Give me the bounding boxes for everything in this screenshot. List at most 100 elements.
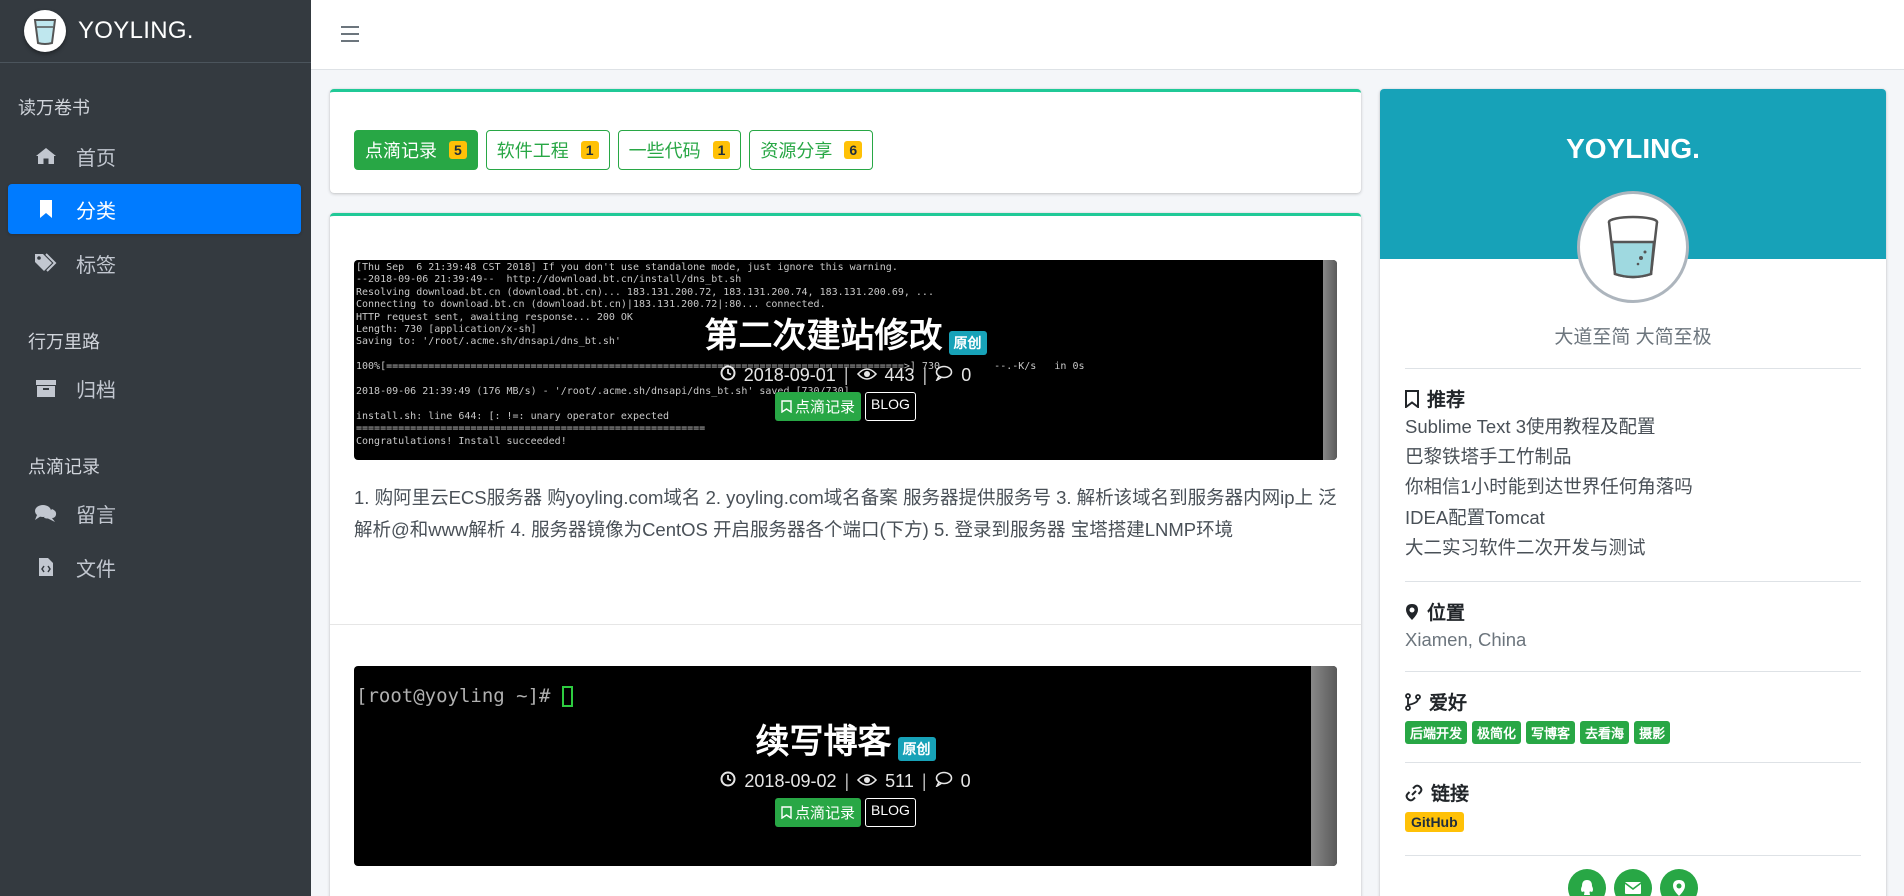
hobby-badge: 极简化 [1472,721,1522,744]
recommend-link[interactable]: Sublime Text 3使用教程及配置 [1405,412,1861,442]
category-button[interactable]: 软件工程 1 [485,130,610,170]
category-button[interactable]: 资源分享 6 [749,130,874,170]
hobby-badge: 写博客 [1526,721,1576,744]
recommend-list: Sublime Text 3使用教程及配置 巴黎铁塔手工竹制品 你相信1小时能到… [1405,412,1861,563]
link-title: 链接 [1405,779,1861,806]
post-title[interactable]: 第二次建站修改 [705,308,943,357]
recommend-link[interactable]: 巴黎铁塔手工竹制品 [1405,442,1861,472]
post-overlay: 续写博客 原创 2018-09-02 | 511 | 0 点滴记录 BLOG [354,714,1337,827]
eye-icon [857,771,878,792]
post-item: [root@yoyling ~]# 续写博客 原创 2018-09-02 | 51… [354,666,1337,866]
sidebar: YOYLING. 读万卷书 首页 分类 标签 行万里路 归档 点滴记录 留言 文… [0,0,311,896]
location-text: Xiamen, China [1405,629,1527,650]
sidebar-item-files[interactable]: 文件 [8,542,301,592]
sidebar-item-label: 首页 [76,147,116,170]
recommend-link[interactable]: 你相信1小时能到达世界任何角落吗 [1405,472,1861,502]
bookmark-icon [34,197,58,221]
nav-header-reading: 读万卷书 [18,98,90,118]
cup-avatar-icon [1607,215,1659,279]
hobby-badges: 后端开发 极简化 写博客 去看海 摄影 [1405,721,1861,744]
location-section: 位置 Xiamen, China [1405,581,1861,655]
post-tags: 点滴记录 BLOG [354,392,1337,421]
original-badge: 原创 [948,330,987,355]
post-views: 511 [885,771,914,791]
post-cover-image[interactable]: [root@yoyling ~]# 续写博客 原创 2018-09-02 | 51… [354,666,1337,866]
category-button[interactable]: 一些代码 1 [617,130,742,170]
post-category-tag[interactable]: 点滴记录 [775,392,862,421]
post-cover-image[interactable]: [Thu Sep 6 21:39:48 CST 2018] If you don… [354,260,1337,460]
post-meta: 2018-09-01 | 443 | 0 [354,365,1337,386]
post-tag[interactable]: BLOG [865,798,916,827]
terminal-screenshot-text: [root@yoyling ~]# [356,684,573,708]
category-label: 资源分享 [760,141,833,161]
section-title-text: 爱好 [1429,693,1468,714]
post-category-tag[interactable]: 点滴记录 [775,798,862,827]
email-icon[interactable] [1614,869,1652,896]
category-count: 1 [580,141,599,159]
clock-icon [720,771,736,792]
brand[interactable]: YOYLING. [0,0,311,63]
link-icon [1405,784,1423,801]
comments-icon [34,501,58,525]
nav-header-records: 点滴记录 [28,457,100,477]
section-title-text: 位置 [1427,603,1466,624]
recommend-link[interactable]: 大二实习软件二次开发与测试 [1405,533,1861,563]
recommend-link[interactable]: IDEA配置Tomcat [1405,503,1861,533]
map-marker-icon [1406,603,1418,620]
clock-icon [720,365,736,386]
comment-icon [934,771,953,792]
sidebar-item-label: 分类 [76,200,116,223]
post-item: [Thu Sep 6 21:39:48 CST 2018] If you don… [354,260,1337,546]
section-title-text: 推荐 [1427,390,1466,411]
home-icon [34,144,58,168]
post-comments: 0 [961,365,972,385]
post-overlay: 第二次建站修改 原创 2018-09-01 | 443 | 0 点滴记录 BLOG [354,308,1337,421]
category-count: 1 [712,141,731,159]
location-title: 位置 [1405,598,1861,625]
sidebar-item-tags[interactable]: 标签 [8,238,301,288]
social-divider [1405,855,1861,856]
eye-icon [856,365,877,386]
tags-icon [34,251,58,275]
sidebar-item-label: 标签 [76,254,116,277]
sidebar-item-messages[interactable]: 留言 [8,488,301,538]
code-branch-icon [1405,692,1421,711]
category-button[interactable]: 点滴记录 5 [354,130,478,170]
category-count: 6 [844,141,863,159]
bookmark-icon [781,400,792,413]
profile-name: YOYLING. [1566,133,1700,164]
qq-icon[interactable] [1568,869,1606,896]
profile-card: YOYLING. 大道至简 大简至极 推荐 Sublime Text 3使用教程… [1380,89,1886,896]
menu-toggle-icon[interactable] [341,26,359,42]
post-date: 2018-09-01 [743,365,836,385]
original-badge: 原创 [897,736,936,761]
github-link[interactable]: GitHub [1405,812,1464,832]
category-label: 点滴记录 [365,141,437,161]
sidebar-item-label: 文件 [76,558,116,581]
recommend-title: 推荐 [1405,385,1861,412]
category-label: 一些代码 [628,141,701,161]
hobby-badge: 后端开发 [1405,721,1468,744]
category-count: 5 [449,141,467,159]
post-excerpt: 1. 购阿里云ECS服务器 购yoyling.com域名 2. yoyling.… [354,487,1337,540]
section-title-text: 链接 [1431,784,1470,805]
hobby-badge: 摄影 [1634,721,1671,744]
sidebar-item-category[interactable]: 分类 [8,184,301,234]
post-date: 2018-09-02 [744,771,837,791]
sidebar-item-home[interactable]: 首页 [8,131,301,181]
avatar [1577,191,1689,303]
top-navbar [311,0,1904,70]
map-marker-social-icon[interactable] [1660,869,1698,896]
tag-label: 点滴记录 [795,805,856,822]
comment-icon [935,365,953,386]
cup-logo-icon [24,10,66,52]
file-code-icon [34,555,58,579]
category-card: 点滴记录 5 软件工程 1 一些代码 1 资源分享 6 [330,89,1361,193]
sidebar-item-archive[interactable]: 归档 [8,363,301,413]
post-comments: 0 [960,771,971,791]
post-tag[interactable]: BLOG [865,392,916,421]
post-title[interactable]: 续写博客 [756,714,892,763]
hobby-section: 爱好 后端开发 极简化 写博客 去看海 摄影 [1405,671,1861,744]
nav-header-travel: 行万里路 [28,332,100,352]
bookmark-icon [781,806,792,819]
